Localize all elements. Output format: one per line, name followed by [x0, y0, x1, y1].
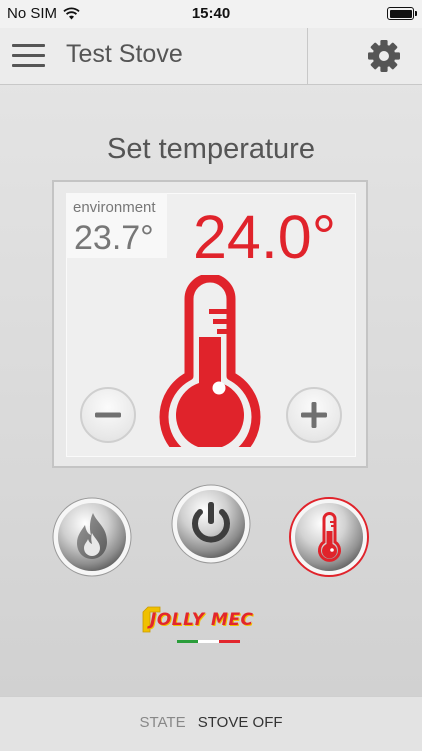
- app-header: Test Stove: [0, 28, 422, 85]
- decrease-temperature-button[interactable]: [80, 387, 136, 443]
- gear-icon[interactable]: [366, 38, 402, 74]
- thermometer-icon: [155, 273, 265, 468]
- power-button[interactable]: [171, 484, 251, 564]
- environment-value: 23.7°: [74, 219, 154, 257]
- set-temperature-value: 24.0°: [193, 203, 337, 271]
- plus-icon: [301, 402, 327, 428]
- hamburger-menu-icon[interactable]: [12, 42, 46, 70]
- battery-icon: [387, 7, 417, 20]
- status-time: 15:40: [191, 5, 231, 22]
- state-value: STOVE OFF: [197, 714, 283, 731]
- flame-mode-button[interactable]: [52, 497, 132, 577]
- logo-flag-stripe: [177, 640, 240, 643]
- state-line: STATE STOVE OFF: [0, 714, 422, 731]
- status-bar: No SIM 15:40: [0, 0, 422, 28]
- app-title: Test Stove: [66, 40, 183, 68]
- logo-text: JOLLY MEC: [150, 610, 254, 630]
- environment-temperature-box: environment 23.7°: [66, 193, 167, 258]
- environment-label: environment: [73, 199, 156, 216]
- header-divider: [307, 28, 308, 84]
- increase-temperature-button[interactable]: [286, 387, 342, 443]
- state-bar: STATE STOVE OFF: [0, 696, 422, 751]
- state-label: STATE: [139, 714, 186, 731]
- minus-icon: [95, 412, 121, 418]
- jolly-mec-logo: JOLLY MEC: [140, 604, 280, 646]
- thermostat-mode-button[interactable]: [289, 497, 369, 577]
- page-title: Set temperature: [107, 133, 315, 165]
